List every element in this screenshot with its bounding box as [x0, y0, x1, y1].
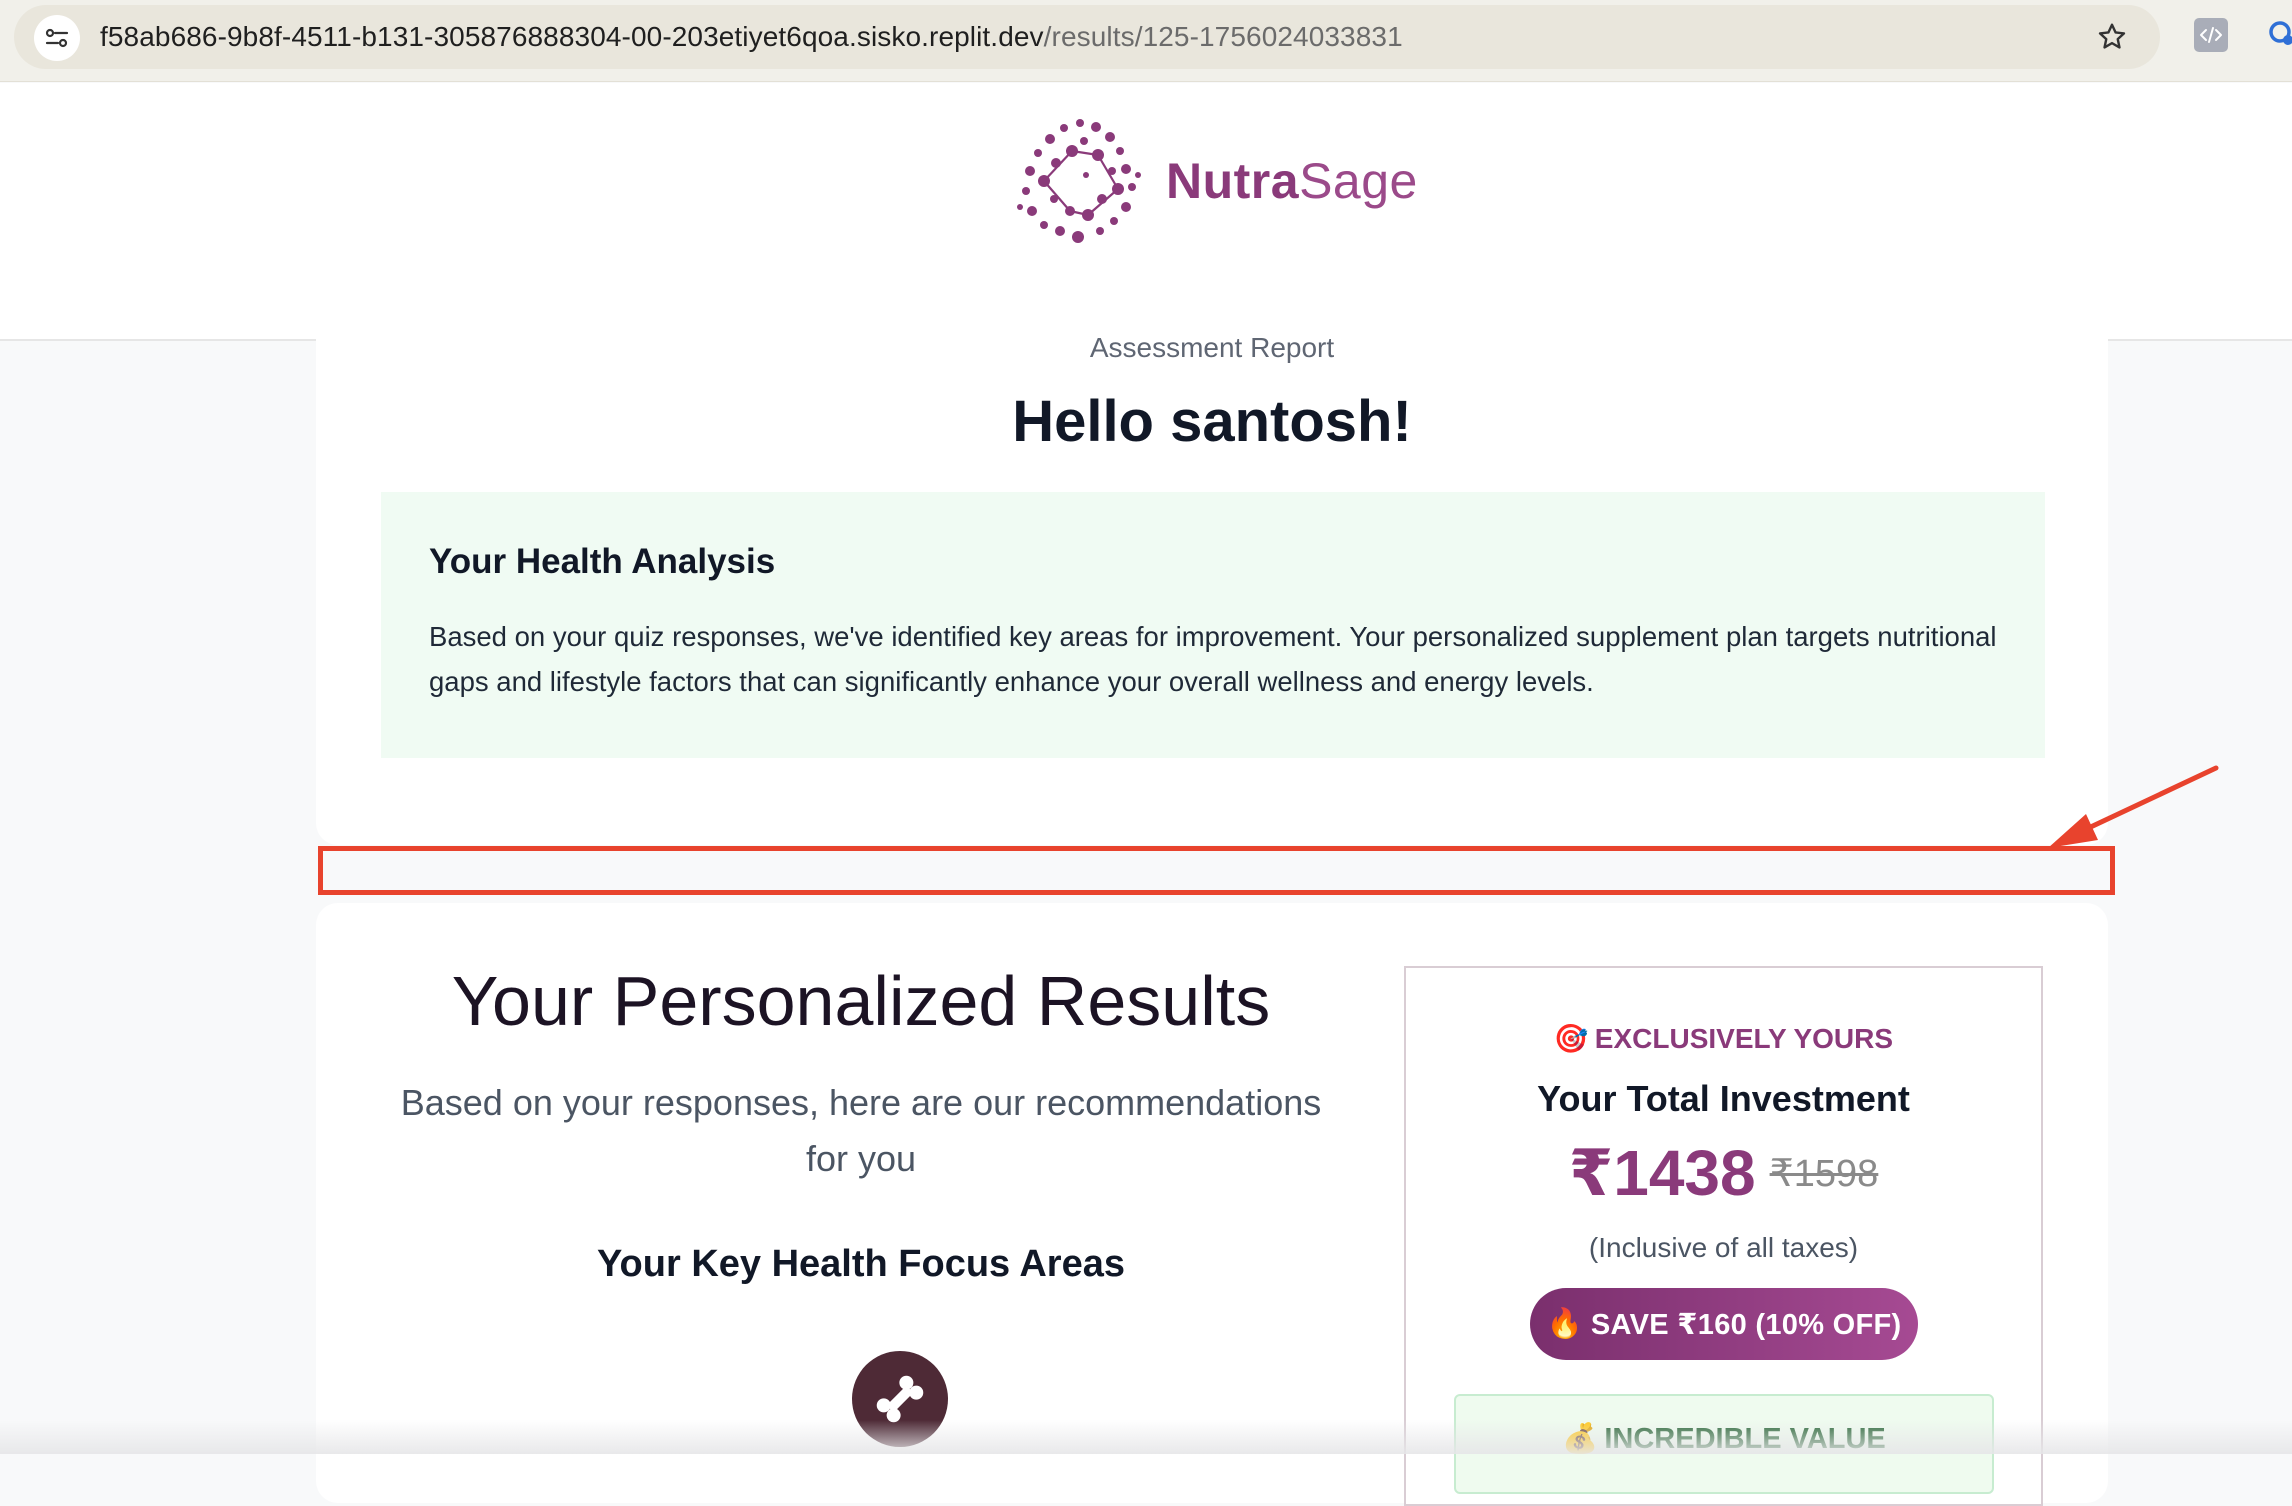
extension-icon[interactable]: [2266, 18, 2292, 52]
fire-icon: 🔥: [1546, 1308, 1583, 1340]
url-text[interactable]: f58ab686-9b8f-4511-b131-305876888304-00-…: [100, 5, 1403, 69]
pricing-panel: 🎯 EXCLUSIVELY YOURS Your Total Investment…: [1404, 966, 2043, 1506]
greeting-heading: Hello santosh!: [1012, 389, 1412, 454]
brand-name-bold: Nutra: [1166, 153, 1300, 209]
value-text: 💰 INCREDIBLE VALUE: [1456, 1422, 1992, 1456]
devtools-extension-icon[interactable]: [2194, 18, 2228, 52]
save-label: SAVE ₹160 (10% OFF): [1590, 1308, 1902, 1341]
analysis-body: Based on your quiz responses, we've iden…: [429, 621, 1997, 697]
report-label: Assessment Report: [1089, 332, 1335, 363]
brand-logo[interactable]: NutraSage: [1014, 111, 1418, 251]
browser-toolbar: f58ab686-9b8f-4511-b131-305876888304-00-…: [0, 0, 2292, 82]
exclusive-badge: 🎯 EXCLUSIVELY YOURS: [1406, 1022, 2041, 1055]
value-label: INCREDIBLE VALUE: [1604, 1423, 1886, 1455]
bone-icon: [852, 1351, 948, 1447]
molecule-dots-logo: [1017, 119, 1141, 243]
investment-title: Your Total Investment: [1537, 1078, 1910, 1119]
original-price: ₹1598: [1769, 1153, 1879, 1195]
bookmark-star-icon[interactable]: [2092, 17, 2132, 57]
site-settings-icon[interactable]: [34, 15, 80, 61]
money-bag-icon: 💰: [1562, 1423, 1599, 1455]
current-price: ₹1438: [1568, 1137, 1756, 1209]
url-path: /results/125-1756024033831: [1043, 21, 1403, 52]
focus-areas-title: Your Key Health Focus Areas: [597, 1243, 1125, 1285]
brand-name-light: Sage: [1299, 153, 1418, 209]
target-icon: 🎯: [1553, 1023, 1589, 1054]
price-row: ₹1438 ₹1598: [1406, 1136, 2041, 1211]
assessment-card: Assessment Report Hello santosh! Your He…: [316, 300, 2108, 845]
annotation-arrow-icon: [2048, 765, 2219, 848]
results-subtitle: Based on your responses, here are our re…: [400, 1082, 1322, 1179]
tax-note: (Inclusive of all taxes): [1588, 1232, 1859, 1263]
results-title: Your Personalized Results: [451, 962, 1271, 1040]
annotation-highlight-box: [318, 846, 2115, 895]
save-badge: 🔥 SAVE ₹160 (10% OFF): [1530, 1288, 1918, 1360]
brand-name: NutraSage: [1166, 152, 1418, 210]
value-box: 💰 INCREDIBLE VALUE: [1454, 1394, 1994, 1494]
analysis-title: Your Health Analysis: [429, 542, 776, 581]
url-host: f58ab686-9b8f-4511-b131-305876888304-00-…: [100, 21, 1044, 52]
exclusive-label: EXCLUSIVELY YOURS: [1594, 1023, 1894, 1054]
address-bar[interactable]: f58ab686-9b8f-4511-b131-305876888304-00-…: [14, 5, 2160, 69]
health-analysis-box: Your Health Analysis Based on your quiz …: [381, 492, 2045, 758]
